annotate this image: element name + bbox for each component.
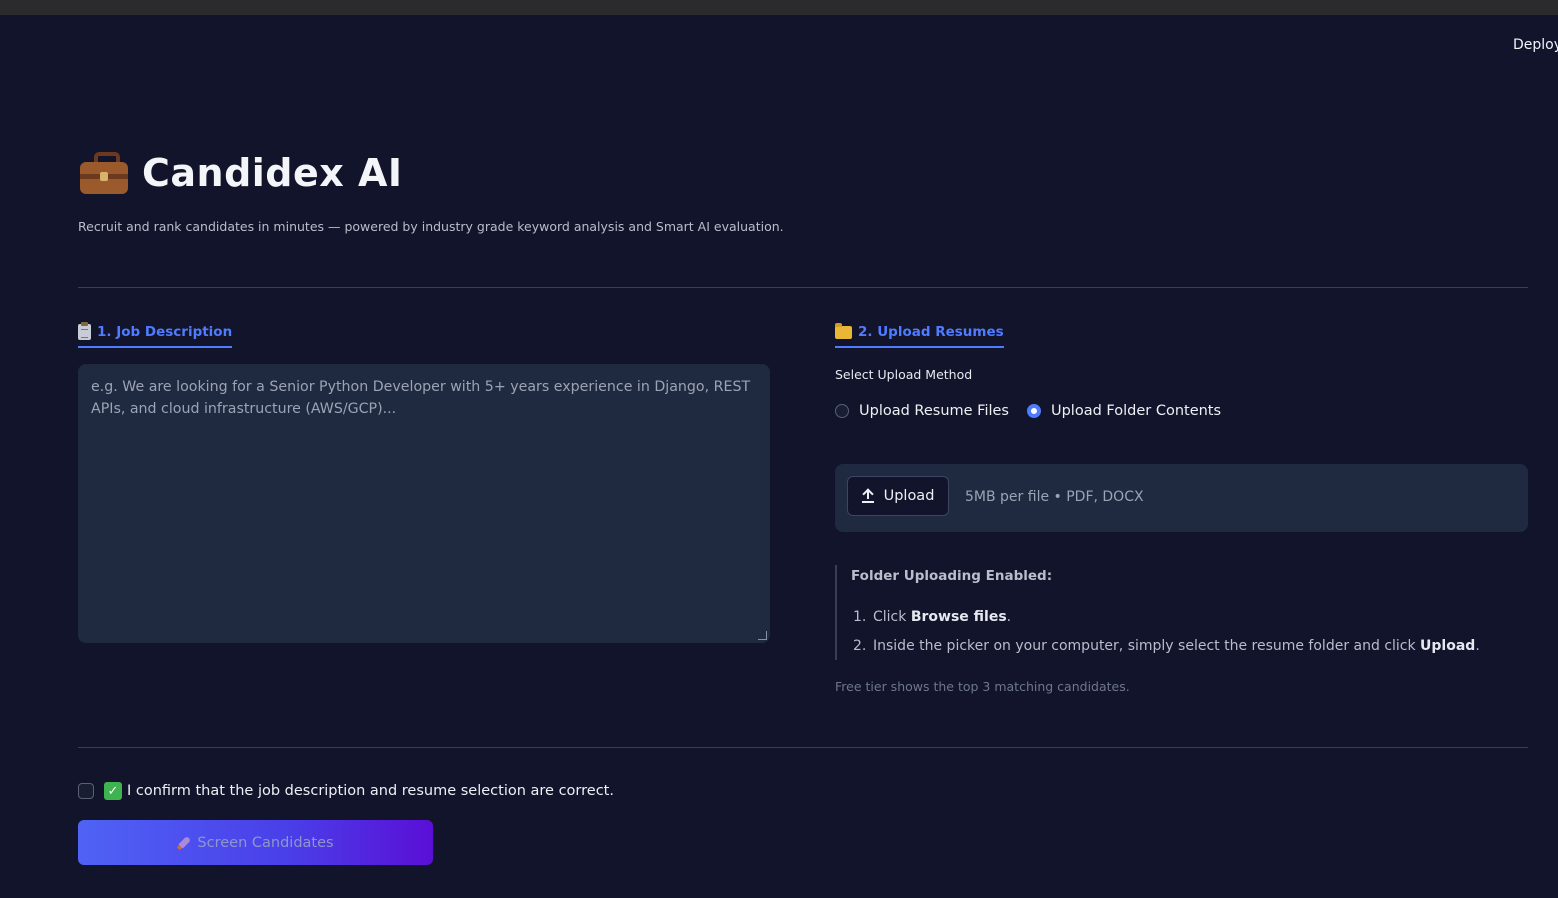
screen-candidates-button[interactable]: Screen Candidates (78, 820, 433, 865)
step-text-end: . (1475, 638, 1480, 654)
file-uploader-dropzone[interactable]: Upload 5MB per file • PDF, DOCX (835, 464, 1528, 532)
screen-candidates-label: Screen Candidates (197, 834, 334, 851)
folder-upload-info: Folder Uploading Enabled: 1. Click Browse… (835, 565, 1528, 660)
free-tier-note: Free tier shows the top 3 matching candi… (835, 679, 1130, 694)
upload-button[interactable]: Upload (847, 476, 949, 516)
bottom-divider (78, 747, 1528, 748)
radio-label: Upload Resume Files (859, 403, 1009, 419)
radio-upload-folder-contents[interactable]: Upload Folder Contents (1026, 403, 1222, 419)
confirm-label: I confirm that the job description and r… (127, 783, 614, 799)
folder-icon (835, 322, 852, 339)
uploader-hint: 5MB per file • PDF, DOCX (965, 489, 1144, 505)
upload-resumes-heading-label: 2. Upload Resumes (858, 324, 1004, 340)
job-description-heading: 1. Job Description (78, 322, 233, 348)
browser-top-bar (0, 0, 1558, 15)
radio-upload-resume-files[interactable]: Upload Resume Files (835, 403, 1009, 419)
info-step-2: 2. Inside the picker on your computer, si… (853, 638, 1480, 654)
page-title: Candidex AI (142, 151, 403, 195)
radio-button-selected[interactable] (1026, 404, 1041, 418)
confirm-checkbox[interactable] (78, 783, 94, 799)
upload-method-label: Select Upload Method (835, 367, 973, 382)
clipboard-icon (78, 322, 91, 340)
step-emphasis: Upload (1420, 638, 1476, 654)
job-description-heading-label: 1. Job Description (97, 324, 233, 340)
upload-icon (861, 487, 874, 503)
upload-method-radio-group: Upload Resume Files Upload Folder Conten… (835, 403, 1239, 419)
top-divider (78, 287, 1528, 288)
page-title-row: Candidex AI (78, 150, 403, 196)
deploy-button[interactable]: Deploy (1513, 37, 1558, 53)
step-number: 2. (853, 638, 867, 654)
rocket-icon (175, 833, 195, 853)
radio-button[interactable] (835, 404, 849, 418)
upload-resumes-heading: 2. Upload Resumes (835, 322, 1004, 348)
briefcase-icon (78, 150, 130, 196)
step-number: 1. (853, 609, 867, 625)
radio-label: Upload Folder Contents (1050, 403, 1222, 419)
step-emphasis: Browse files (910, 609, 1007, 625)
confirm-checkbox-row[interactable]: ✓ I confirm that the job description and… (78, 782, 614, 800)
step-text: Inside the picker on your computer, simp… (873, 638, 1421, 654)
step-text: Click (873, 609, 911, 625)
resize-handle[interactable] (758, 631, 767, 640)
job-description-placeholder: e.g. We are looking for a Senior Python … (91, 379, 751, 417)
page-subtitle: Recruit and rank candidates in minutes —… (78, 219, 784, 234)
check-mark-icon: ✓ (104, 782, 122, 800)
job-description-textarea[interactable]: e.g. We are looking for a Senior Python … (78, 364, 770, 643)
step-text-end: . (1006, 609, 1012, 625)
info-step-1: 1. Click Browse files. (853, 609, 1011, 625)
upload-button-label: Upload (883, 488, 935, 504)
info-title: Folder Uploading Enabled: (851, 568, 1053, 584)
